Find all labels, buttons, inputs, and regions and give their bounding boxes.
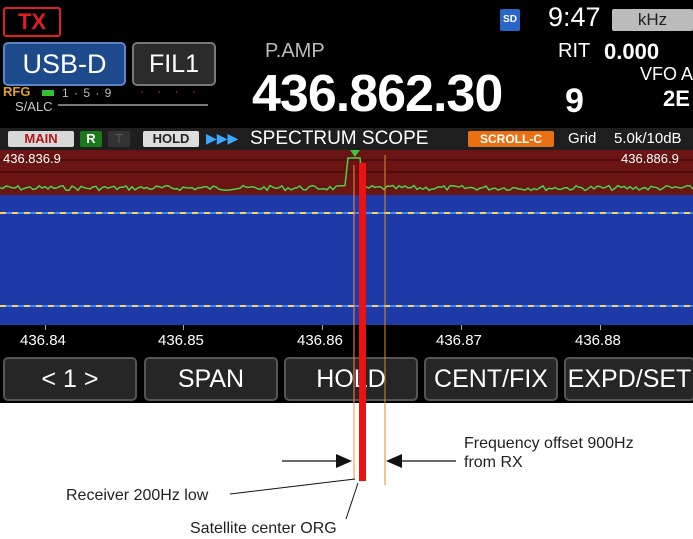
rfg-label: RFG (3, 84, 31, 99)
tick-label: 436.86 (297, 332, 343, 349)
waterfall-signal-line-lower (0, 305, 693, 307)
scope-left-edge-frequency: 436.836.9 (3, 151, 61, 166)
hold-tag: HOLD (143, 131, 199, 147)
pamp-label: P.AMP (265, 40, 325, 62)
band-select-button[interactable]: < 1 > (3, 357, 137, 401)
offset-arrow-left-head (336, 454, 352, 468)
meter-scale: 1 · 5 · 9 (62, 86, 113, 100)
scroll-mode-tag: SCROLL-C (468, 131, 554, 147)
radio-screen: TX USB-D FIL1 RFG S/ALC 1 · 5 · 9 · · · … (0, 0, 693, 403)
softkey-row: < 1 > SPAN HOLD CENT/FIX EXPD/SET (0, 357, 693, 403)
waterfall (0, 195, 693, 325)
offset-arrow-right-head (386, 454, 402, 468)
grid-label: Grid (568, 130, 597, 147)
t-tag: T (108, 131, 130, 147)
frequency-axis: 436.84 436.85 436.86 436.87 436.88 (0, 325, 693, 351)
tick-mark (461, 325, 462, 330)
cent-fix-button[interactable]: CENT/FIX (424, 357, 558, 401)
tick-mark (322, 325, 323, 330)
tick-label: 436.88 (575, 332, 621, 349)
speed-arrows-icon: ▶▶▶ (206, 130, 239, 146)
unit-button[interactable]: kHz (612, 9, 693, 31)
tick-label: 436.85 (158, 332, 204, 349)
span-label: 5.0k/10dB (614, 130, 682, 147)
rfg-level-bar (42, 90, 54, 96)
clock: 9:47 (548, 2, 601, 32)
tick-label: 436.84 (20, 332, 66, 349)
rit-label: RIT (558, 40, 591, 62)
hold-button[interactable]: HOLD (284, 357, 418, 401)
meter-baseline (58, 104, 208, 106)
operating-frequency[interactable]: 436.862.30 (252, 64, 503, 124)
sd-card-icon: SD (500, 9, 520, 31)
scope-title: SPECTRUM SCOPE (250, 128, 429, 149)
tick-mark (183, 325, 184, 330)
offset-annotation-line1: Frequency offset 900Hz (464, 435, 634, 452)
tick-label: 436.87 (436, 332, 482, 349)
salc-label: S/ALC (15, 99, 53, 114)
expd-set-button[interactable]: EXPD/SET (564, 357, 693, 401)
spectrum-scope[interactable]: 436.836.9 436.886.9 436.84 436.85 436.86… (0, 150, 693, 351)
spectrum-area: 436.836.9 436.886.9 (0, 150, 693, 195)
tick-mark (600, 325, 601, 330)
meter-dots: · · · · (140, 84, 201, 98)
satellite-annotation: Satellite center ORG (190, 520, 337, 537)
tx-indicator: TX (3, 7, 61, 37)
satellite-leader-line (345, 482, 359, 520)
tick-mark (45, 325, 46, 330)
frequency-last-digit: 9 (565, 82, 584, 120)
filter-button[interactable]: FIL1 (132, 42, 216, 86)
main-tag[interactable]: MAIN (8, 131, 74, 147)
scope-header: MAIN R T HOLD ▶▶▶ SPECTRUM SCOPE SCROLL-… (0, 128, 693, 150)
vfo-number: 2E (663, 86, 690, 111)
spectrum-trace (0, 150, 693, 195)
scope-right-edge-frequency: 436.886.9 (621, 151, 679, 166)
mode-button[interactable]: USB-D (3, 42, 126, 86)
rit-value: 0.000 (604, 39, 660, 64)
receiver-annotation: Receiver 200Hz low (66, 487, 209, 504)
receiver-leader-line (229, 478, 356, 495)
vfo-label: VFO A (640, 64, 693, 84)
span-button[interactable]: SPAN (144, 357, 278, 401)
offset-annotation-line2: from RX (464, 454, 523, 471)
waterfall-signal-line-upper (0, 212, 693, 214)
r-tag: R (80, 131, 102, 147)
